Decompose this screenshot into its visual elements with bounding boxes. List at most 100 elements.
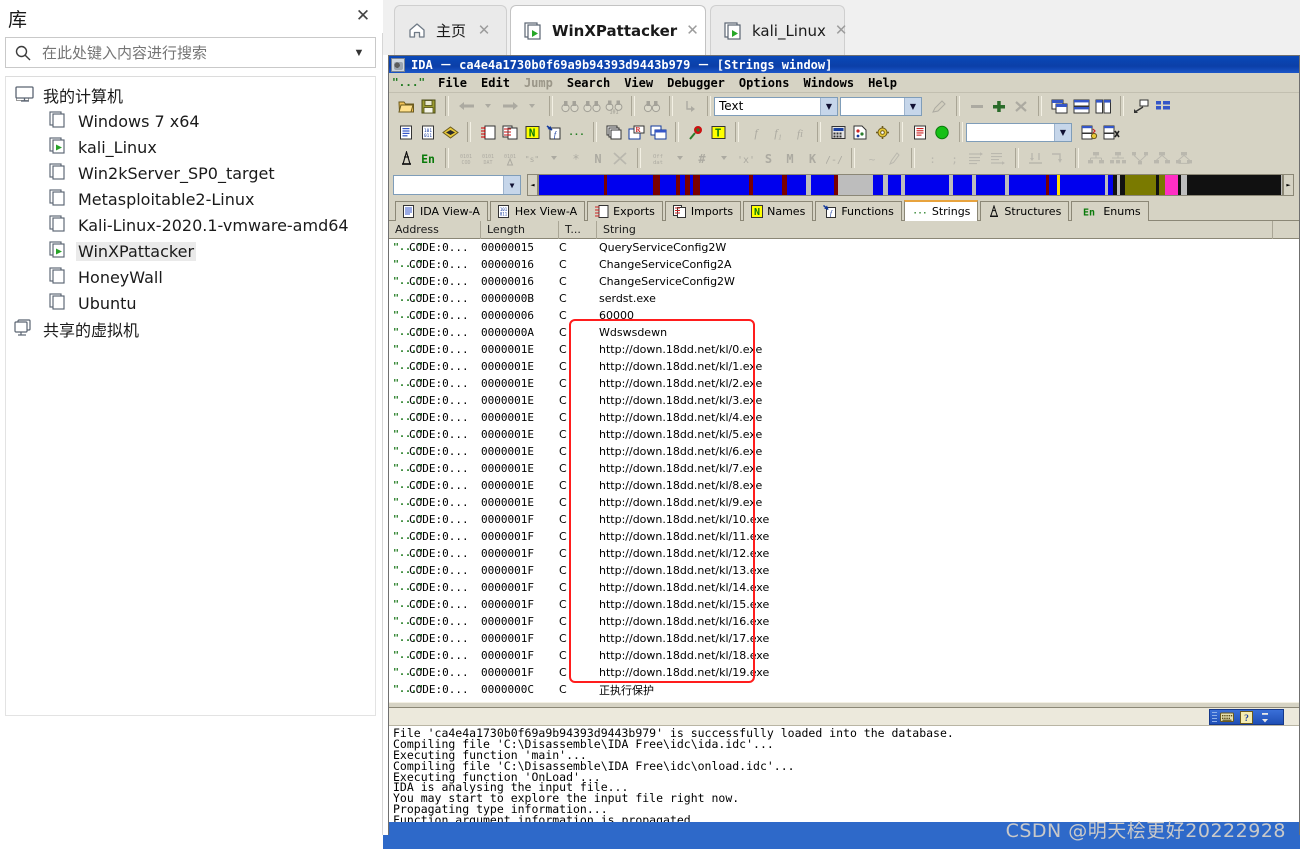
table-row[interactable]: "..." CODE:0... 0000001E Chttp://down.18dd.… <box>389 392 1299 409</box>
xrefs-from-icon[interactable] <box>1107 147 1129 169</box>
undefine-icon[interactable] <box>609 147 631 169</box>
table-row[interactable]: "..." CODE:0... 0000001F Chttp://down.18dd.… <box>389 528 1299 545</box>
text-mode-icon[interactable]: T <box>707 121 729 143</box>
tree-item-kali_Linux[interactable]: kali_Linux <box>6 134 375 160</box>
anterior-comment-icon[interactable] <box>965 147 987 169</box>
make-code-icon[interactable]: 0101 COD <box>455 147 477 169</box>
table-row[interactable]: "..." CODE:0... 0000001F Chttp://down.18dd.… <box>389 664 1299 681</box>
user-xref-graph-icon[interactable] <box>1173 147 1195 169</box>
ida-toolbar-row-2[interactable]: 101011 N f "..." R T f f₁ fi <box>389 119 1299 145</box>
library-search-box[interactable]: ▼ <box>5 37 376 68</box>
menu-item-file[interactable]: File <box>431 76 474 90</box>
table-row[interactable]: "..." CODE:0... 0000001E Chttp://down.18dd.… <box>389 494 1299 511</box>
arrange-icons-icon[interactable] <box>1130 95 1152 117</box>
floating-toolbar[interactable]: ? <box>1209 709 1284 725</box>
output-log[interactable]: File 'ca4e4a1730b0f69a9b94393d9443b979' … <box>389 726 1299 826</box>
table-row[interactable]: "..." CODE:0... 0000001F Chttp://down.18dd.… <box>389 596 1299 613</box>
hex-number-icon[interactable]: # <box>691 147 713 169</box>
function-sub-icon[interactable]: f₁ <box>767 121 789 143</box>
ida-navigation-row[interactable]: ▼ ◄ ► <box>389 171 1299 199</box>
posterior-comment-icon[interactable] <box>987 147 1009 169</box>
tile-vertical-icon[interactable] <box>1092 95 1114 117</box>
type-libraries-icon[interactable] <box>647 121 669 143</box>
menu-item-search[interactable]: Search <box>560 76 617 90</box>
back-arrow-icon[interactable] <box>455 95 477 117</box>
vm-library-tree[interactable]: 我的计算机 Windows 7 x64 kali_Linux Win2kServer_… <box>5 76 376 716</box>
menu-item-edit[interactable]: Edit <box>474 76 517 90</box>
nav-scroll-right[interactable]: ► <box>1283 174 1294 196</box>
chevron-down-icon[interactable]: ▼ <box>1054 123 1071 141</box>
tree-item-Win2kServer_SP0_target[interactable]: Win2kServer_SP0_target <box>6 160 375 186</box>
make-string-icon[interactable]: "s" <box>521 147 543 169</box>
calculator-icon[interactable] <box>827 121 849 143</box>
search-value-combo[interactable]: ▼ <box>840 96 922 116</box>
table-row[interactable]: "..." CODE:0... 0000001E Chttp://down.18dd.… <box>389 341 1299 358</box>
view-tab-strings[interactable]: "..."Strings <box>903 200 979 221</box>
menu-item-help[interactable]: Help <box>861 76 904 90</box>
table-row[interactable]: "..." CODE:0... 0000000B Cserdst.exe <box>389 290 1299 307</box>
search-input[interactable] <box>40 42 343 63</box>
detach-debugger-icon[interactable] <box>1100 121 1122 143</box>
expand-block-icon[interactable] <box>1047 147 1069 169</box>
strings-icon[interactable]: "..." <box>565 121 587 143</box>
functions-icon[interactable]: f <box>543 121 565 143</box>
view-tab-ida-view-a[interactable]: IDA View-A <box>395 201 488 221</box>
char-literal-icon[interactable]: 'x' <box>735 147 757 169</box>
tab-kali-linux[interactable]: kali_Linux ✕ <box>710 5 847 55</box>
function-italic-icon[interactable]: f <box>745 121 767 143</box>
strings-table-body[interactable]: "..." CODE:0... 00000015 C QueryServiceConfi… <box>389 239 1299 698</box>
output-window-icon[interactable] <box>909 121 931 143</box>
names-icon[interactable]: N <box>521 121 543 143</box>
menu-item-options[interactable]: Options <box>732 76 797 90</box>
tab-winxpattacker[interactable]: WinXPattacker ✕ <box>510 5 706 55</box>
forward-dropdown-icon[interactable] <box>521 95 543 117</box>
make-struct-icon[interactable]: 0101 <box>499 147 521 169</box>
help-icon[interactable]: ? <box>1238 710 1254 724</box>
search-sequence-icon[interactable]: 101 <box>603 95 625 117</box>
table-row[interactable]: "..." CODE:0... 0000001E Chttp://down.18dd.… <box>389 409 1299 426</box>
tree-item-Ubuntu[interactable]: Ubuntu <box>6 290 375 316</box>
windows-list-icon[interactable] <box>1152 95 1174 117</box>
search-binoculars-icon[interactable] <box>559 95 581 117</box>
table-row[interactable]: "..." CODE:0... 00000016 C ChangeServiceConf… <box>389 273 1299 290</box>
keyboard-icon[interactable] <box>1219 710 1235 724</box>
table-row[interactable]: "..." CODE:0... 0000001E Chttp://down.18dd.… <box>389 460 1299 477</box>
strings-table-header[interactable]: Address Length T... String <box>389 221 1299 239</box>
script-file-icon[interactable] <box>849 121 871 143</box>
close-icon[interactable]: ✕ <box>475 21 493 40</box>
offset-icon[interactable]: Off dat <box>647 147 669 169</box>
highlight-pen-icon[interactable] <box>928 95 950 117</box>
number-dropdown-icon[interactable] <box>713 147 735 169</box>
chevron-down-icon[interactable]: ▼ <box>904 97 921 115</box>
view-tab-structures[interactable]: Structures <box>980 201 1070 221</box>
jump-to-icon[interactable] <box>679 95 701 117</box>
edit-pencil-icon[interactable] <box>883 147 905 169</box>
chevron-down-icon[interactable]: ▼ <box>343 47 375 59</box>
table-row[interactable]: "..." CODE:0... 00000006 C 60000 <box>389 307 1299 324</box>
back-dropdown-icon[interactable] <box>477 95 499 117</box>
xrefs-to-icon[interactable] <box>1085 147 1107 169</box>
structures-diamond-icon[interactable] <box>439 121 461 143</box>
drag-handle[interactable] <box>1212 712 1217 724</box>
table-row[interactable]: "..." CODE:0... 0000001F Chttp://down.18dd.… <box>389 562 1299 579</box>
chevron-down-icon[interactable]: ▼ <box>503 176 520 194</box>
navigation-band-wrapper[interactable]: ◄ ► <box>527 174 1294 196</box>
table-row[interactable]: "..." CODE:0... 0000001E Chttp://down.18dd.… <box>389 477 1299 494</box>
view-tab-enums[interactable]: En Enums <box>1071 201 1149 221</box>
table-row[interactable]: "..." CODE:0... 0000001F Chttp://down.18dd.… <box>389 647 1299 664</box>
menu-item-view[interactable]: View <box>617 76 660 90</box>
imports-icon[interactable] <box>499 121 521 143</box>
plus-icon[interactable] <box>988 95 1010 117</box>
offset-dropdown-icon[interactable] <box>669 147 691 169</box>
patch-program-icon[interactable] <box>395 147 417 169</box>
table-row[interactable]: "..." CODE:0... 0000001F Chttp://down.18dd.… <box>389 613 1299 630</box>
search-again-icon[interactable] <box>581 95 603 117</box>
segments-icon[interactable] <box>603 121 625 143</box>
cascade-windows-icon[interactable] <box>1048 95 1070 117</box>
disassembly-view-icon[interactable] <box>395 121 417 143</box>
table-row[interactable]: "..." CODE:0... 0000000C C 正执行保护 <box>389 681 1299 698</box>
repeatable-comment-icon[interactable]: ; <box>943 147 965 169</box>
segment-s-icon[interactable]: S <box>757 147 779 169</box>
run-green-icon[interactable] <box>931 121 953 143</box>
table-row[interactable]: "..." CODE:0... 0000001F Chttp://down.18dd.… <box>389 511 1299 528</box>
